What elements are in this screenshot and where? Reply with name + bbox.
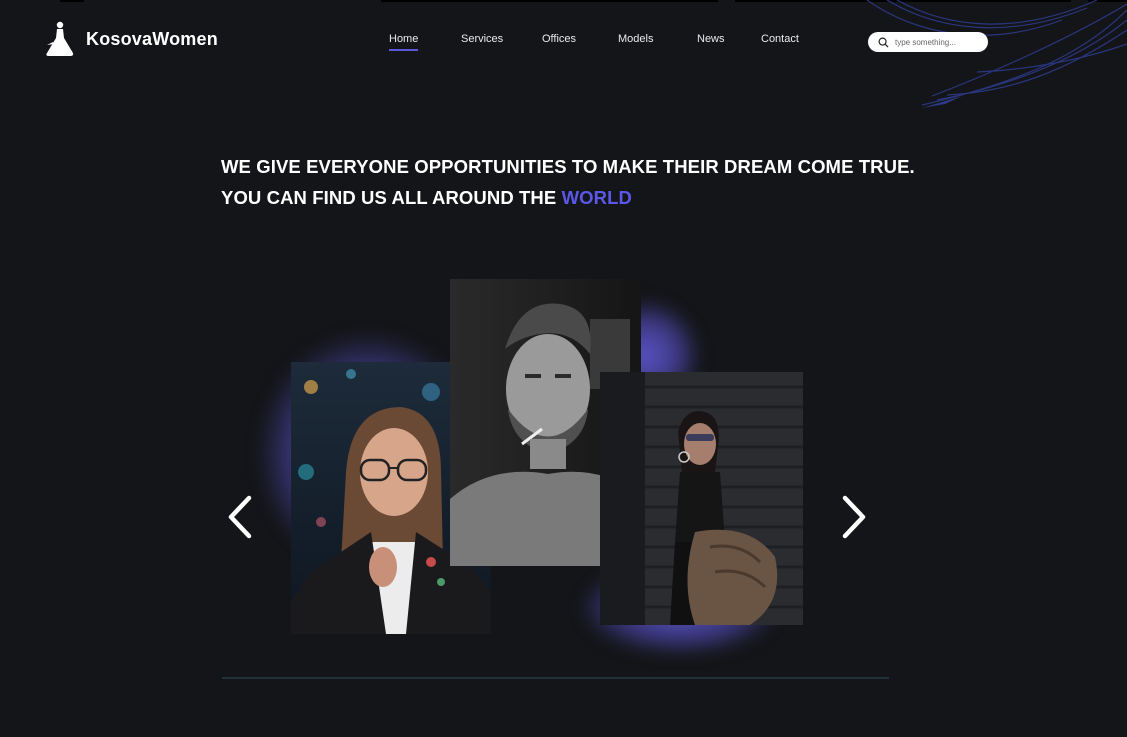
decorative-swirl-lines: [866, 0, 1127, 108]
search-icon: [878, 37, 889, 48]
nav-news[interactable]: News: [697, 33, 725, 45]
carousel-next-button[interactable]: [834, 494, 874, 540]
top-bar-decoration: [60, 0, 84, 2]
nav-home[interactable]: Home: [389, 33, 419, 51]
carousel-prev-button[interactable]: [220, 494, 260, 540]
top-bar-decoration: [381, 0, 718, 2]
model-photo-woman-sunglasses[interactable]: [600, 372, 803, 625]
hero-line-2-text: YOU CAN FIND US ALL AROUND THE: [221, 187, 557, 208]
hero-line-1: WE GIVE EVERYONE OPPORTUNITIES TO MAKE T…: [221, 156, 915, 177]
chevron-left-icon: [228, 495, 252, 539]
search-box[interactable]: [868, 32, 988, 52]
hero-headline: WE GIVE EVERYONE OPPORTUNITIES TO MAKE T…: [221, 151, 915, 213]
chevron-right-icon: [842, 495, 866, 539]
search-input[interactable]: [895, 37, 985, 47]
hero-line-2: YOU CAN FIND US ALL AROUND THE WORLD: [221, 182, 915, 213]
nav-offices[interactable]: Offices: [542, 33, 576, 45]
nav-contact[interactable]: Contact: [761, 33, 799, 45]
hero-accent-word: WORLD: [561, 187, 632, 208]
nav-services[interactable]: Services: [461, 33, 503, 45]
section-divider: [222, 677, 889, 679]
nav-models[interactable]: Models: [618, 33, 653, 45]
